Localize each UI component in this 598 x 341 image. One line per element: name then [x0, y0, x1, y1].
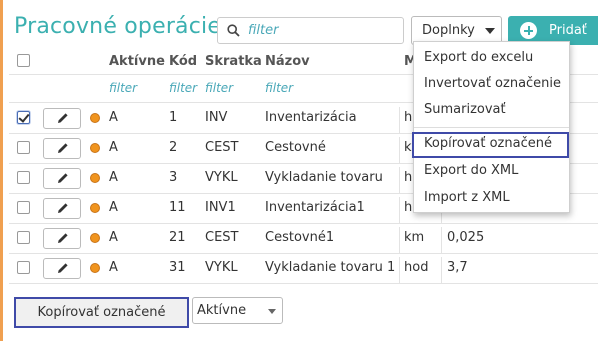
column-header-nazov[interactable]: Názov	[265, 54, 310, 69]
cell-skratka: VYKL	[205, 170, 238, 185]
edit-button[interactable]	[43, 228, 81, 249]
divider	[9, 283, 598, 284]
doplnky-menu: Export do excelu Invertovať označenie Su…	[412, 41, 570, 213]
pencil-icon	[58, 233, 68, 243]
cell-kod: 21	[169, 230, 186, 245]
cell-skratka: INV1	[205, 200, 236, 215]
filter-nazov[interactable]: filter	[265, 81, 395, 95]
plus-circle-icon	[520, 22, 537, 39]
pencil-icon	[58, 113, 68, 123]
cell-aktivne: A	[109, 230, 118, 245]
cell-nazov: Vykladanie tovaru	[265, 170, 383, 185]
menu-divider	[414, 127, 569, 128]
select-all-checkbox[interactable]	[17, 54, 30, 67]
cell-kod: 11	[169, 200, 186, 215]
filter-skratka[interactable]: filter	[205, 81, 257, 95]
copy-selected-button[interactable]: Kopírovať označené	[14, 297, 189, 328]
cell-aktivne: A	[109, 140, 118, 155]
column-divider	[399, 257, 400, 283]
cell-kod: 31	[169, 260, 186, 275]
column-divider	[399, 107, 400, 133]
cell-mj: k	[404, 140, 412, 155]
row-checkbox[interactable]	[17, 261, 30, 274]
chevron-down-icon	[268, 309, 276, 314]
menu-item-invert-selection[interactable]: Invertovať označenie	[424, 76, 561, 91]
status-dot	[90, 233, 100, 243]
cell-skratka: INV	[205, 110, 228, 125]
add-button-label: Pridať	[549, 23, 587, 38]
column-header-aktivne[interactable]: Aktívne	[109, 54, 165, 69]
row-checkbox[interactable]	[17, 141, 30, 154]
status-select[interactable]: Aktívne	[192, 297, 283, 324]
menu-item-summarize[interactable]: Sumarizovať	[424, 102, 506, 117]
cell-nazov: Cestovné	[265, 140, 326, 155]
column-divider	[399, 167, 400, 193]
edit-button[interactable]	[43, 258, 81, 279]
cell-mj: h	[404, 170, 413, 185]
cell-aktivne: A	[109, 110, 118, 125]
status-select-value: Aktívne	[197, 303, 247, 318]
cell-nazov: Cestovné1	[265, 230, 335, 245]
row-checkbox[interactable]	[17, 201, 30, 214]
column-divider	[399, 227, 400, 253]
cell-hodnota: 0,025	[447, 230, 485, 245]
column-divider	[399, 197, 400, 223]
filter-aktivne[interactable]: filter	[109, 81, 161, 95]
cell-nazov: Inventarizácia1	[265, 200, 365, 215]
menu-item-import-xml[interactable]: Import z XML	[424, 190, 510, 205]
menu-item-export-xml[interactable]: Export do XML	[424, 163, 518, 178]
divider	[9, 223, 598, 224]
pencil-icon	[58, 143, 68, 153]
column-divider	[441, 257, 442, 283]
status-dot	[90, 113, 100, 123]
chevron-down-icon	[485, 28, 495, 34]
cell-mj: km	[404, 230, 425, 245]
column-divider	[441, 227, 442, 253]
cell-nazov: Inventarizácia	[265, 110, 357, 125]
cell-kod: 2	[169, 140, 178, 155]
column-divider	[399, 137, 400, 163]
page-title: Pracovné operácie	[14, 14, 222, 39]
status-dot	[90, 203, 100, 213]
cell-skratka: CEST	[205, 140, 239, 155]
edit-button[interactable]	[43, 168, 81, 189]
cell-mj: h	[404, 110, 413, 125]
row-checkbox[interactable]	[17, 171, 30, 184]
cell-nazov: Vykladanie tovaru 1	[265, 260, 396, 275]
edit-button[interactable]	[43, 138, 81, 159]
side-accent-bar	[0, 0, 3, 341]
status-dot	[90, 143, 100, 153]
cell-kod: 1	[169, 110, 178, 125]
doplnky-label: Doplnky	[422, 23, 475, 38]
search-box[interactable]	[217, 17, 404, 44]
menu-item-export-excel[interactable]: Export do excelu	[424, 50, 533, 65]
cell-aktivne: A	[109, 200, 118, 215]
pencil-icon	[58, 263, 68, 273]
column-header-skratka[interactable]: Skratka	[205, 54, 262, 69]
cell-aktivne: A	[109, 260, 118, 275]
edit-button[interactable]	[43, 198, 81, 219]
cell-skratka: VYKL	[205, 260, 238, 275]
column-header-kod[interactable]: Kód	[169, 54, 197, 69]
divider	[9, 253, 598, 254]
search-input[interactable]	[248, 20, 398, 41]
search-icon	[227, 24, 240, 37]
cell-mj: hod	[404, 260, 429, 275]
cell-hodnota: 3,7	[447, 260, 468, 275]
cell-aktivne: A	[109, 170, 118, 185]
menu-item-copy-selected[interactable]: Kopírovať označené	[424, 136, 552, 151]
pencil-icon	[58, 203, 68, 213]
cell-kod: 3	[169, 170, 178, 185]
row-checkbox[interactable]	[17, 231, 30, 244]
filter-kod[interactable]: filter	[169, 81, 198, 95]
pencil-icon	[58, 173, 68, 183]
status-dot	[90, 263, 100, 273]
row-checkbox[interactable]	[17, 111, 30, 124]
edit-button[interactable]	[43, 108, 81, 129]
cell-skratka: CEST	[205, 230, 239, 245]
status-dot	[90, 173, 100, 183]
